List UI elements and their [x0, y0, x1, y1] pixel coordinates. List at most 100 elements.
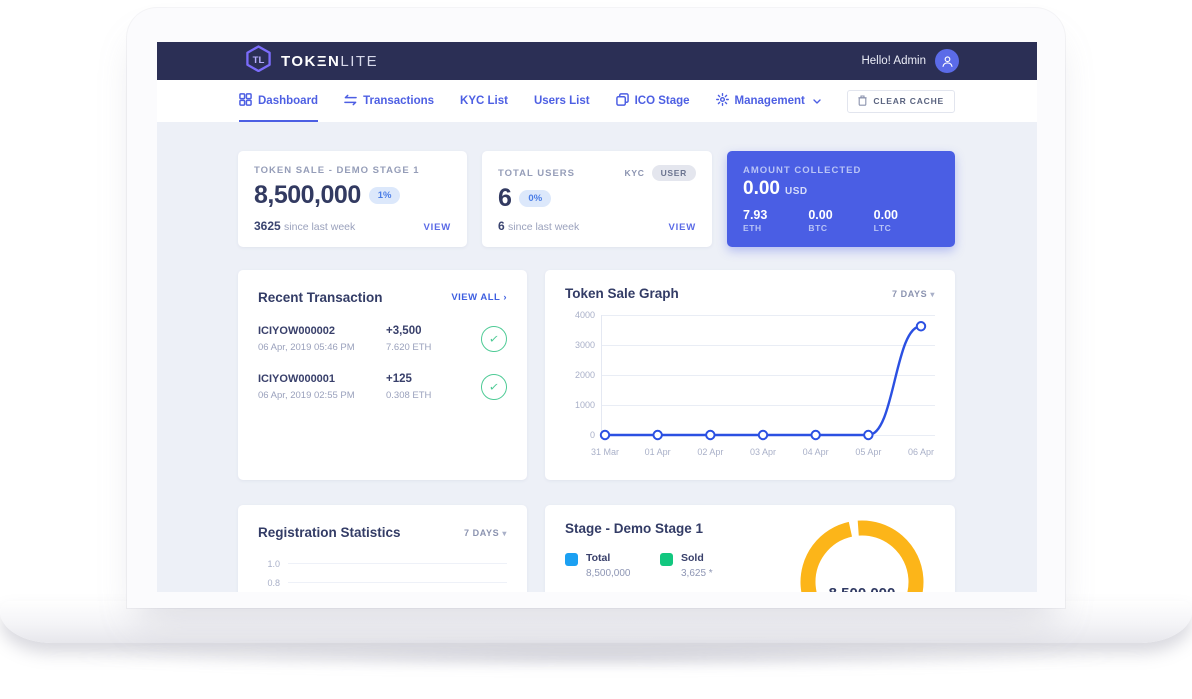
- transaction-row[interactable]: ICIYOW000002 06 Apr, 2019 05:46 PM +3,50…: [258, 325, 507, 353]
- y-tick: 1000: [565, 400, 595, 410]
- check-circle-icon: ✓: [479, 372, 508, 401]
- tx-date: 06 Apr, 2019 05:46 PM: [258, 342, 386, 353]
- tx-date: 06 Apr, 2019 02:55 PM: [258, 390, 386, 401]
- tx-id: ICIYOW000001: [258, 373, 386, 385]
- y-tick: 3000: [565, 340, 595, 350]
- percent-badge: 0%: [519, 190, 551, 207]
- laptop-shadow: [60, 644, 1132, 670]
- nav-label: Management: [735, 95, 805, 107]
- clear-cache-label: CLEAR CACHE: [873, 96, 944, 106]
- range-dropdown[interactable]: 7 DAYS ▾: [892, 289, 935, 299]
- dashboard-grid-icon: [239, 93, 252, 109]
- legend-sold: Sold3,625 *: [660, 552, 755, 579]
- ltc-amount: 0.00 LTC: [874, 208, 939, 233]
- nav-label: Transactions: [363, 95, 434, 107]
- check-circle-icon: ✓: [479, 324, 508, 353]
- gear-icon: [716, 93, 729, 109]
- svg-text:TL: TL: [253, 55, 265, 66]
- view-link[interactable]: VIEW: [669, 222, 696, 233]
- nav-tab-users-list[interactable]: Users List: [534, 80, 590, 122]
- card-title: TOKEN SALE - DEMO STAGE 1: [254, 165, 451, 176]
- cube-icon: [616, 93, 629, 109]
- amount-collected-card: AMOUNT COLLECTED 0.00 USD 7.93 ETH 0.00 …: [727, 151, 955, 247]
- user-avatar[interactable]: [935, 49, 959, 73]
- nav-menu-management[interactable]: Management: [716, 80, 821, 122]
- x-tick: 01 Apr: [645, 447, 671, 457]
- tx-id: ICIYOW000002: [258, 325, 386, 337]
- usd-value: 0.00: [743, 178, 780, 200]
- caret-down-icon: ▾: [502, 529, 507, 538]
- y-tick: 2000: [565, 370, 595, 380]
- app-header: TL TOKΞNLITE Hello! Admin: [157, 42, 1037, 80]
- legend-total: Total8,500,000: [565, 552, 660, 579]
- greeting-label: Hello! Admin: [861, 55, 926, 67]
- trash-icon: [858, 95, 867, 108]
- nav-label: KYC List: [460, 95, 508, 107]
- percent-badge: 1%: [369, 187, 401, 204]
- btc-amount: 0.00 BTC: [808, 208, 873, 233]
- x-tick: 02 Apr: [697, 447, 723, 457]
- swap-arrows-icon: [344, 94, 357, 109]
- nav-tab-transactions[interactable]: Transactions: [344, 80, 434, 122]
- x-tick: 06 Apr: [908, 447, 934, 457]
- user-greeting: Hello! Admin: [861, 49, 959, 73]
- legend-swatch: [660, 553, 673, 566]
- nav-tab-ico-stage[interactable]: ICO Stage: [616, 80, 690, 122]
- x-tick: 05 Apr: [855, 447, 881, 457]
- x-tick: 03 Apr: [750, 447, 776, 457]
- toggle-kyc[interactable]: KYC: [625, 168, 645, 178]
- logo-hexagon-icon: TL: [245, 45, 272, 77]
- token-sale-value: 8,500,000: [254, 181, 361, 210]
- stage-gauge: 8,500,000 TLE: [797, 517, 927, 592]
- panel-title: Token Sale Graph: [565, 286, 679, 301]
- logo-text: TOKΞNLITE: [281, 53, 378, 70]
- nav-label: Dashboard: [258, 95, 318, 107]
- y-tick: 1.0: [258, 559, 280, 569]
- toggle-user[interactable]: USER: [652, 165, 696, 181]
- gauge-value: 8,500,000: [829, 585, 896, 592]
- nav-tab-dashboard[interactable]: Dashboard: [239, 80, 318, 122]
- registration-statistics-panel: Registration Statistics 7 DAYS ▾ 1.0 0.8…: [238, 505, 527, 592]
- usd-currency: USD: [785, 186, 808, 197]
- page-body: TOKEN SALE - DEMO STAGE 1 8,500,000 1% 3…: [157, 122, 1037, 592]
- clear-cache-button[interactable]: CLEAR CACHE: [847, 90, 955, 113]
- y-tick: 4000: [565, 310, 595, 320]
- panel-title: Stage - Demo Stage 1: [565, 521, 703, 536]
- y-tick: 0.8: [258, 578, 280, 588]
- panel-title: Registration Statistics: [258, 525, 401, 540]
- view-all-link[interactable]: VIEW ALL ›: [451, 292, 507, 303]
- chevron-down-icon: [813, 95, 821, 107]
- card-title: AMOUNT COLLECTED: [743, 165, 939, 176]
- registration-chart: 1.0 0.8 0.6: [258, 554, 507, 592]
- brand-logo[interactable]: TL TOKΞNLITE: [245, 45, 378, 77]
- dashboard-viewport: TL TOKΞNLITE Hello! Admin: [157, 42, 1037, 592]
- nav-tab-kyc-list[interactable]: KYC List: [460, 80, 508, 122]
- transaction-row[interactable]: ICIYOW000001 06 Apr, 2019 02:55 PM +125 …: [258, 373, 507, 401]
- stage-panel: Stage - Demo Stage 1 Total8,500,000 Sold…: [545, 505, 955, 592]
- tx-amount: +3,500: [386, 325, 470, 337]
- token-sale-card: TOKEN SALE - DEMO STAGE 1 8,500,000 1% 3…: [238, 151, 467, 247]
- legend-swatch: [565, 553, 578, 566]
- view-link[interactable]: VIEW: [424, 222, 451, 233]
- person-icon: [941, 55, 954, 68]
- eth-amount: 7.93 ETH: [743, 208, 808, 233]
- panel-title: Recent Transaction: [258, 290, 383, 305]
- total-users-card: TOTAL USERS KYC USER 6 0% 6 since last w…: [482, 151, 712, 247]
- tx-amount: +125: [386, 373, 470, 385]
- delta-text: 3625 since last week: [254, 219, 355, 233]
- x-tick: 31 Mar: [591, 447, 619, 457]
- token-sale-chart: 4000 3000 2000 1000 0 31 Mar 01 Apr 02 A…: [565, 315, 935, 483]
- total-users-value: 6: [498, 184, 511, 213]
- y-tick: 0: [565, 430, 595, 440]
- kyc-user-toggle: KYC USER: [625, 165, 696, 181]
- tx-eth: 0.308 ETH: [386, 390, 470, 401]
- caret-down-icon: ▾: [930, 290, 935, 299]
- tx-eth: 7.620 ETH: [386, 342, 470, 353]
- card-title: TOTAL USERS: [498, 168, 575, 179]
- main-nav: Dashboard Transactions KYC List Users Li…: [157, 80, 1037, 122]
- nav-label: ICO Stage: [635, 95, 690, 107]
- x-tick: 04 Apr: [803, 447, 829, 457]
- token-sale-graph-panel: Token Sale Graph 7 DAYS ▾ 4000 3000 2000…: [545, 270, 955, 480]
- range-dropdown[interactable]: 7 DAYS ▾: [464, 528, 507, 538]
- delta-text: 6 since last week: [498, 219, 579, 233]
